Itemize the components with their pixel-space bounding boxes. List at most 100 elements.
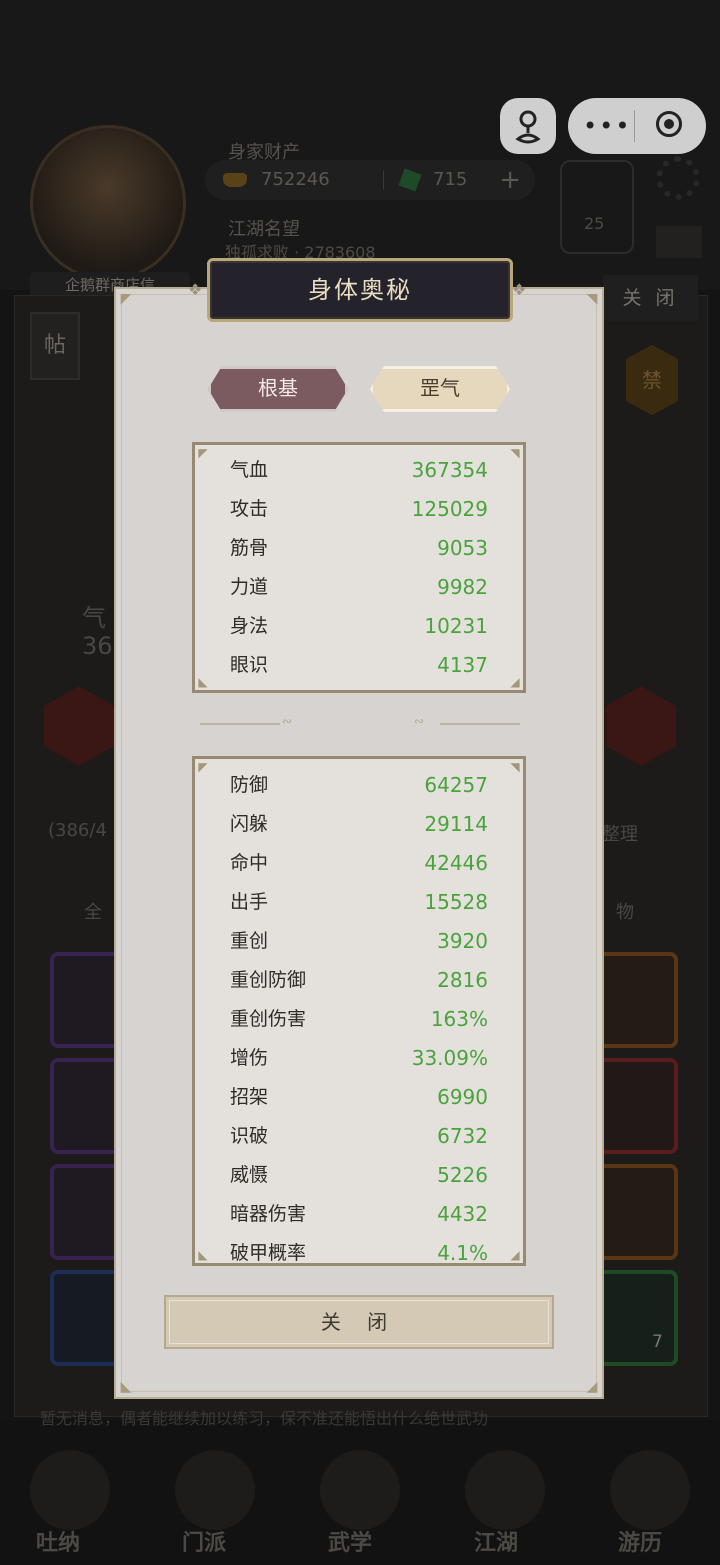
item-slot[interactable] (598, 1164, 678, 1260)
stat-row-crit-defense: 重创防御 2816 (195, 961, 523, 1000)
nav-menpai[interactable]: 门派 (182, 1525, 226, 1557)
base-stats-panel: ◤ ◥ ◣ ◢ 气血 367354 攻击 125029 筋骨 9053 力道 9… (192, 442, 526, 693)
stat-name: 出手 (230, 891, 269, 913)
corner-ornament: ◤ (120, 291, 132, 307)
stat-row-parry: 招架 6990 (195, 1078, 523, 1117)
tab-gangqi[interactable]: 罡气 (370, 366, 510, 412)
stat-value: 6990 (437, 1085, 488, 1109)
stat-row-intimidate: 威慑 5226 (195, 1156, 523, 1195)
stat-value: 9982 (437, 575, 488, 599)
divider-flourish-left: ∾ (282, 714, 293, 728)
dialog-title-plate: 身体奥秘 (207, 258, 513, 322)
nav-icon-jianghu[interactable] (465, 1450, 545, 1530)
combat-stats-panel[interactable]: ◤ ◥ ◣ ◢ 防御 64257 闪躲 29114 命中 42446 出手 15… (192, 756, 526, 1266)
stat-name: 眼识 (230, 654, 269, 676)
stat-value: 10231 (424, 614, 488, 638)
nav-youli[interactable]: 游历 (618, 1525, 662, 1557)
title-ornament-right: ❖ (512, 280, 527, 299)
jade-icon (398, 168, 422, 192)
bag-capacity: (386/4 (48, 820, 107, 841)
stat-value: 4137 (437, 653, 488, 677)
nav-wuxue[interactable]: 武学 (328, 1525, 372, 1557)
nav-icon-wuxue[interactable] (320, 1450, 400, 1530)
stat-row-crit: 重创 3920 (195, 922, 523, 961)
stat-row-insight: 眼识 4137 (195, 646, 523, 685)
item-slot[interactable] (598, 952, 678, 1048)
divider-line-right (440, 723, 520, 725)
post-icon[interactable]: 帖 (30, 312, 80, 380)
player-avatar (30, 125, 186, 281)
stat-row-defense: 防御 64257 (195, 766, 523, 805)
capsule-separator (634, 110, 635, 142)
stat-name: 识破 (230, 1125, 269, 1147)
stat-name: 气血 (230, 459, 269, 481)
divider (383, 170, 384, 190)
stat-name: 破甲概率 (230, 1242, 307, 1264)
stat-row-hp: 气血 367354 (195, 451, 523, 490)
nav-icon-tuna[interactable] (30, 1450, 110, 1530)
stat-row-see-through: 识破 6732 (195, 1117, 523, 1156)
stat-value: 3920 (437, 929, 488, 953)
stat-row-hit: 命中 42446 (195, 844, 523, 883)
stat-name: 力道 (230, 576, 269, 598)
corner-ornament: ◣ (120, 1379, 132, 1395)
stat-name: 重创防御 (230, 969, 307, 991)
stat-name: 增伤 (230, 1047, 269, 1069)
sort-button[interactable]: 整理 (602, 820, 638, 846)
close-button[interactable]: 关 闭 (164, 1295, 554, 1349)
stat-value: 2816 (437, 968, 488, 992)
stat-row-attack: 攻击 125029 (195, 490, 523, 529)
stat-name: 闪躲 (230, 813, 269, 835)
add-jade-button[interactable]: + (499, 160, 521, 200)
settings-gear-icon[interactable] (656, 156, 700, 200)
ban-label: 禁 (642, 368, 662, 392)
stat-name: 攻击 (230, 498, 269, 520)
filter-all-tab[interactable]: 全 (84, 898, 102, 924)
stat-name: 暗器伤害 (230, 1203, 307, 1225)
jade-value: 715 (433, 169, 468, 190)
corner-ornament: ◥ (586, 291, 598, 307)
post-label: 帖 (43, 333, 66, 358)
taiji-count: 25 (584, 214, 605, 233)
user-pin-icon (515, 110, 541, 144)
more-dots-icon[interactable]: ••• (583, 112, 631, 140)
stat-name: 防御 (230, 774, 269, 796)
stat-value: 163% (430, 1007, 488, 1031)
nav-tuna[interactable]: 吐纳 (36, 1525, 80, 1557)
record-target-icon[interactable] (656, 111, 682, 137)
stat-row-strength: 力道 9982 (195, 568, 523, 607)
stat-value: 4.1% (437, 1241, 488, 1265)
mail-icon[interactable] (656, 226, 702, 258)
nav-icon-menpai[interactable] (175, 1450, 255, 1530)
nav-jianghu[interactable]: 江湖 (474, 1525, 518, 1557)
stat-name: 身法 (230, 615, 269, 637)
stat-name: 筋骨 (230, 537, 269, 559)
ban-emblem-icon[interactable]: 禁 (626, 345, 678, 415)
stat-value: 9053 (437, 536, 488, 560)
nav-icon-youli[interactable] (610, 1450, 690, 1530)
filter-item-tab[interactable]: 物 (616, 898, 634, 924)
stat-row-dodge: 闪躲 29114 (195, 805, 523, 844)
taiji-icon[interactable] (560, 160, 634, 254)
item-slot[interactable] (598, 1058, 678, 1154)
section-divider: ∾ ∾ (200, 714, 520, 730)
stat-name: 重创 (230, 930, 269, 952)
gold-value: 752246 (261, 169, 330, 190)
hp-value: 36 (82, 632, 113, 660)
stat-value: 33.09% (411, 1046, 488, 1070)
user-pin-button[interactable] (500, 98, 556, 154)
divider-line-left (200, 723, 280, 725)
stat-row-damage-bonus: 增伤 33.09% (195, 1039, 523, 1078)
background-close-tab[interactable]: 关 闭 (603, 275, 698, 321)
news-ticker: 暂无消息，偶者能继续加以练习，保不准还能悟出什么绝世武功 (40, 1409, 489, 1428)
item-count: 7 (652, 1332, 663, 1352)
gold-ingot-icon (223, 173, 247, 187)
stat-row-hidden-weapon-damage: 暗器伤害 4432 (195, 1195, 523, 1234)
stat-value: 64257 (424, 773, 488, 797)
stat-row-armor-break-chance: 破甲概率 4.1% (195, 1234, 523, 1265)
stat-row-crit-damage: 重创伤害 163% (195, 1000, 523, 1039)
stat-row-initiative: 出手 15528 (195, 883, 523, 922)
tab-genji[interactable]: 根基 (208, 366, 348, 412)
hp-label: 气 (82, 604, 106, 632)
item-slot[interactable] (598, 1270, 678, 1366)
